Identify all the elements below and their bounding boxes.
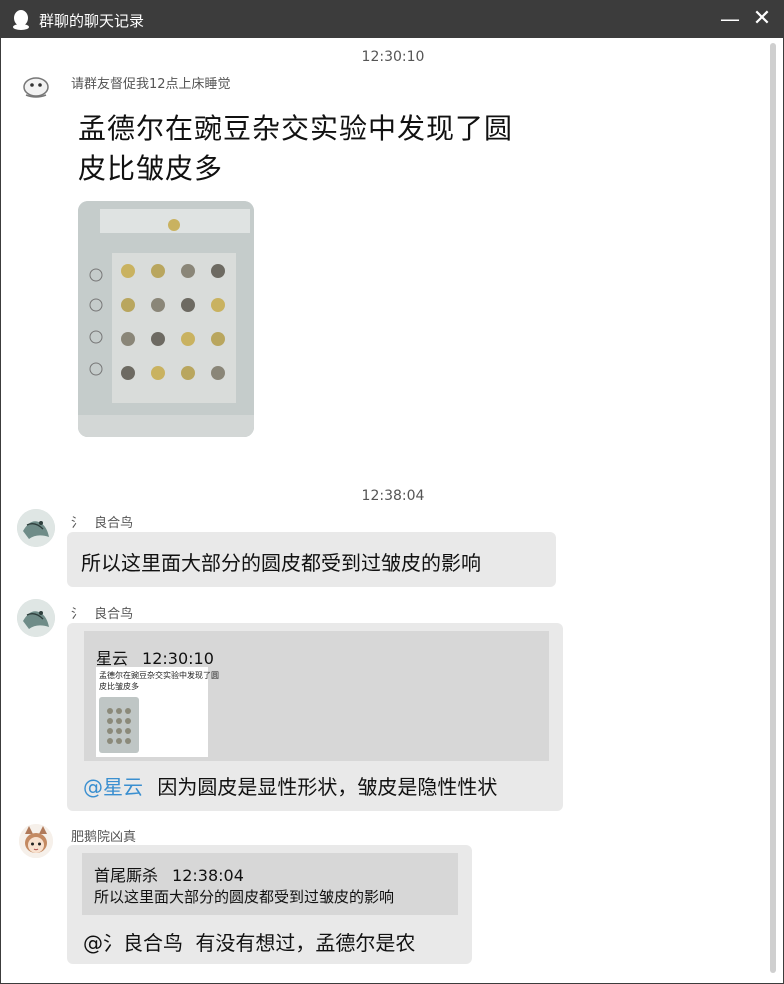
avatar[interactable]	[17, 599, 55, 637]
pea-punnett-square-photo-icon	[78, 201, 254, 437]
pea-seed	[151, 264, 165, 278]
shared-photo[interactable]	[78, 201, 254, 437]
sender-name: 请群友督促我12点上床睡觉	[71, 77, 231, 92]
message-bubble[interactable]: 首尾厮杀 12:38:04 所以这里面大部分的圆皮都受到过皱皮的影响 @氵良合鸟 …	[67, 845, 472, 964]
message-timestamp: 12:38:04	[361, 488, 425, 504]
quote-time: 12:30:10	[142, 649, 214, 668]
thumb-caption: 孟德尔在豌豆杂交实验中发现了圆 皮比皱皮多	[99, 670, 219, 692]
message-text: 所以这里面大部分的圆皮都受到过皱皮的影响	[81, 551, 481, 575]
message-body: 因为圆皮是显性形状，皱皮是隐性性状	[157, 775, 498, 799]
quote-time: 12:38:04	[172, 866, 244, 885]
qq-penguin-icon	[13, 10, 29, 30]
minimize-button[interactable]: —	[717, 6, 743, 32]
pea-seed	[181, 332, 195, 346]
vertical-scrollbar[interactable]	[767, 41, 779, 979]
quote-sender: 星云 12:30:10	[96, 645, 214, 669]
sender-name: 氵 良合鸟	[71, 603, 133, 622]
thumb-caption-line: 皮比皱皮多	[99, 682, 139, 691]
pea-seed	[181, 264, 195, 278]
pea-seed	[181, 366, 195, 380]
ghost-avatar-icon	[23, 77, 49, 98]
bird-sketch-avatar-icon	[17, 599, 55, 637]
mention-link[interactable]: @氵良合鸟	[83, 931, 183, 955]
quoted-image-thumbnail[interactable]: 孟德尔在豌豆杂交实验中发现了圆 皮比皱皮多	[96, 667, 219, 757]
quoted-message[interactable]: 首尾厮杀 12:38:04 所以这里面大部分的圆皮都受到过皱皮的影响	[82, 853, 458, 915]
message-text: @氵良合鸟 有没有想过，孟德尔是农	[83, 927, 415, 956]
pea-seed	[211, 332, 225, 346]
scrollbar-thumb[interactable]	[770, 43, 776, 973]
anime-girl-avatar-icon	[19, 824, 53, 858]
avatar[interactable]	[17, 509, 55, 547]
chat-history-window: 群聊的聊天记录 — ✕ 12:30:10 请群友督促我12点上床睡觉 孟德尔在豌…	[0, 0, 784, 984]
mention-link[interactable]: @星云	[83, 775, 143, 799]
message-timestamp: 12:30:10	[361, 49, 425, 65]
caption-line: 皮比皱皮多	[78, 152, 224, 185]
quote-sender-name: 星云	[96, 649, 129, 668]
pea-seed	[151, 298, 165, 312]
pea-seed	[121, 298, 135, 312]
caption-line: 孟德尔在豌豆杂交实验中发现了圆	[78, 112, 514, 145]
sender-nickname: 良合鸟	[94, 516, 134, 531]
pea-seed	[121, 264, 135, 278]
window-title: 群聊的聊天记录	[39, 12, 145, 30]
quote-sender: 首尾厮杀 12:38:04	[94, 862, 244, 886]
message-bubble[interactable]: 所以这里面大部分的圆皮都受到过皱皮的影响	[67, 532, 556, 587]
bird-sketch-avatar-icon	[17, 509, 55, 547]
pea-seed	[121, 366, 135, 380]
avatar[interactable]	[21, 73, 51, 99]
sender-name: 氵 良合鸟	[71, 512, 133, 531]
pea-seed	[121, 332, 135, 346]
pea-seed	[211, 298, 225, 312]
pea-photo-thumbnail-icon	[99, 697, 139, 753]
avatar[interactable]	[19, 824, 53, 858]
message-bubble[interactable]: 星云 12:30:10 孟德尔在豌豆杂交实验中发现了圆 皮比皱皮多 @星云 因为…	[67, 623, 563, 811]
pea-seed	[151, 332, 165, 346]
message-body: 有没有想过，孟德尔是农	[195, 931, 416, 955]
thumb-caption-line: 孟德尔在豌豆杂交实验中发现了圆	[99, 671, 219, 680]
pea-seed	[211, 264, 225, 278]
quoted-message[interactable]: 星云 12:30:10 孟德尔在豌豆杂交实验中发现了圆 皮比皱皮多	[84, 631, 549, 761]
title-bar: 群聊的聊天记录 — ✕	[1, 1, 783, 38]
sender-nickname: 良合鸟	[94, 607, 134, 622]
pea-seed	[151, 366, 165, 380]
close-button[interactable]: ✕	[749, 6, 775, 32]
sender-prefix: 氵	[71, 607, 85, 622]
sender-prefix: 氵	[71, 516, 85, 531]
quote-text: 所以这里面大部分的圆皮都受到过皱皮的影响	[94, 888, 395, 906]
pea-seed	[181, 298, 195, 312]
message-text: @星云 因为圆皮是显性形状，皱皮是隐性性状	[83, 771, 497, 800]
quote-sender-name: 首尾厮杀	[94, 866, 159, 885]
sender-name: 肥鹅院凶真	[71, 830, 137, 845]
pea-seed	[211, 366, 225, 380]
image-caption: 孟德尔在豌豆杂交实验中发现了圆 皮比皱皮多	[78, 109, 513, 189]
